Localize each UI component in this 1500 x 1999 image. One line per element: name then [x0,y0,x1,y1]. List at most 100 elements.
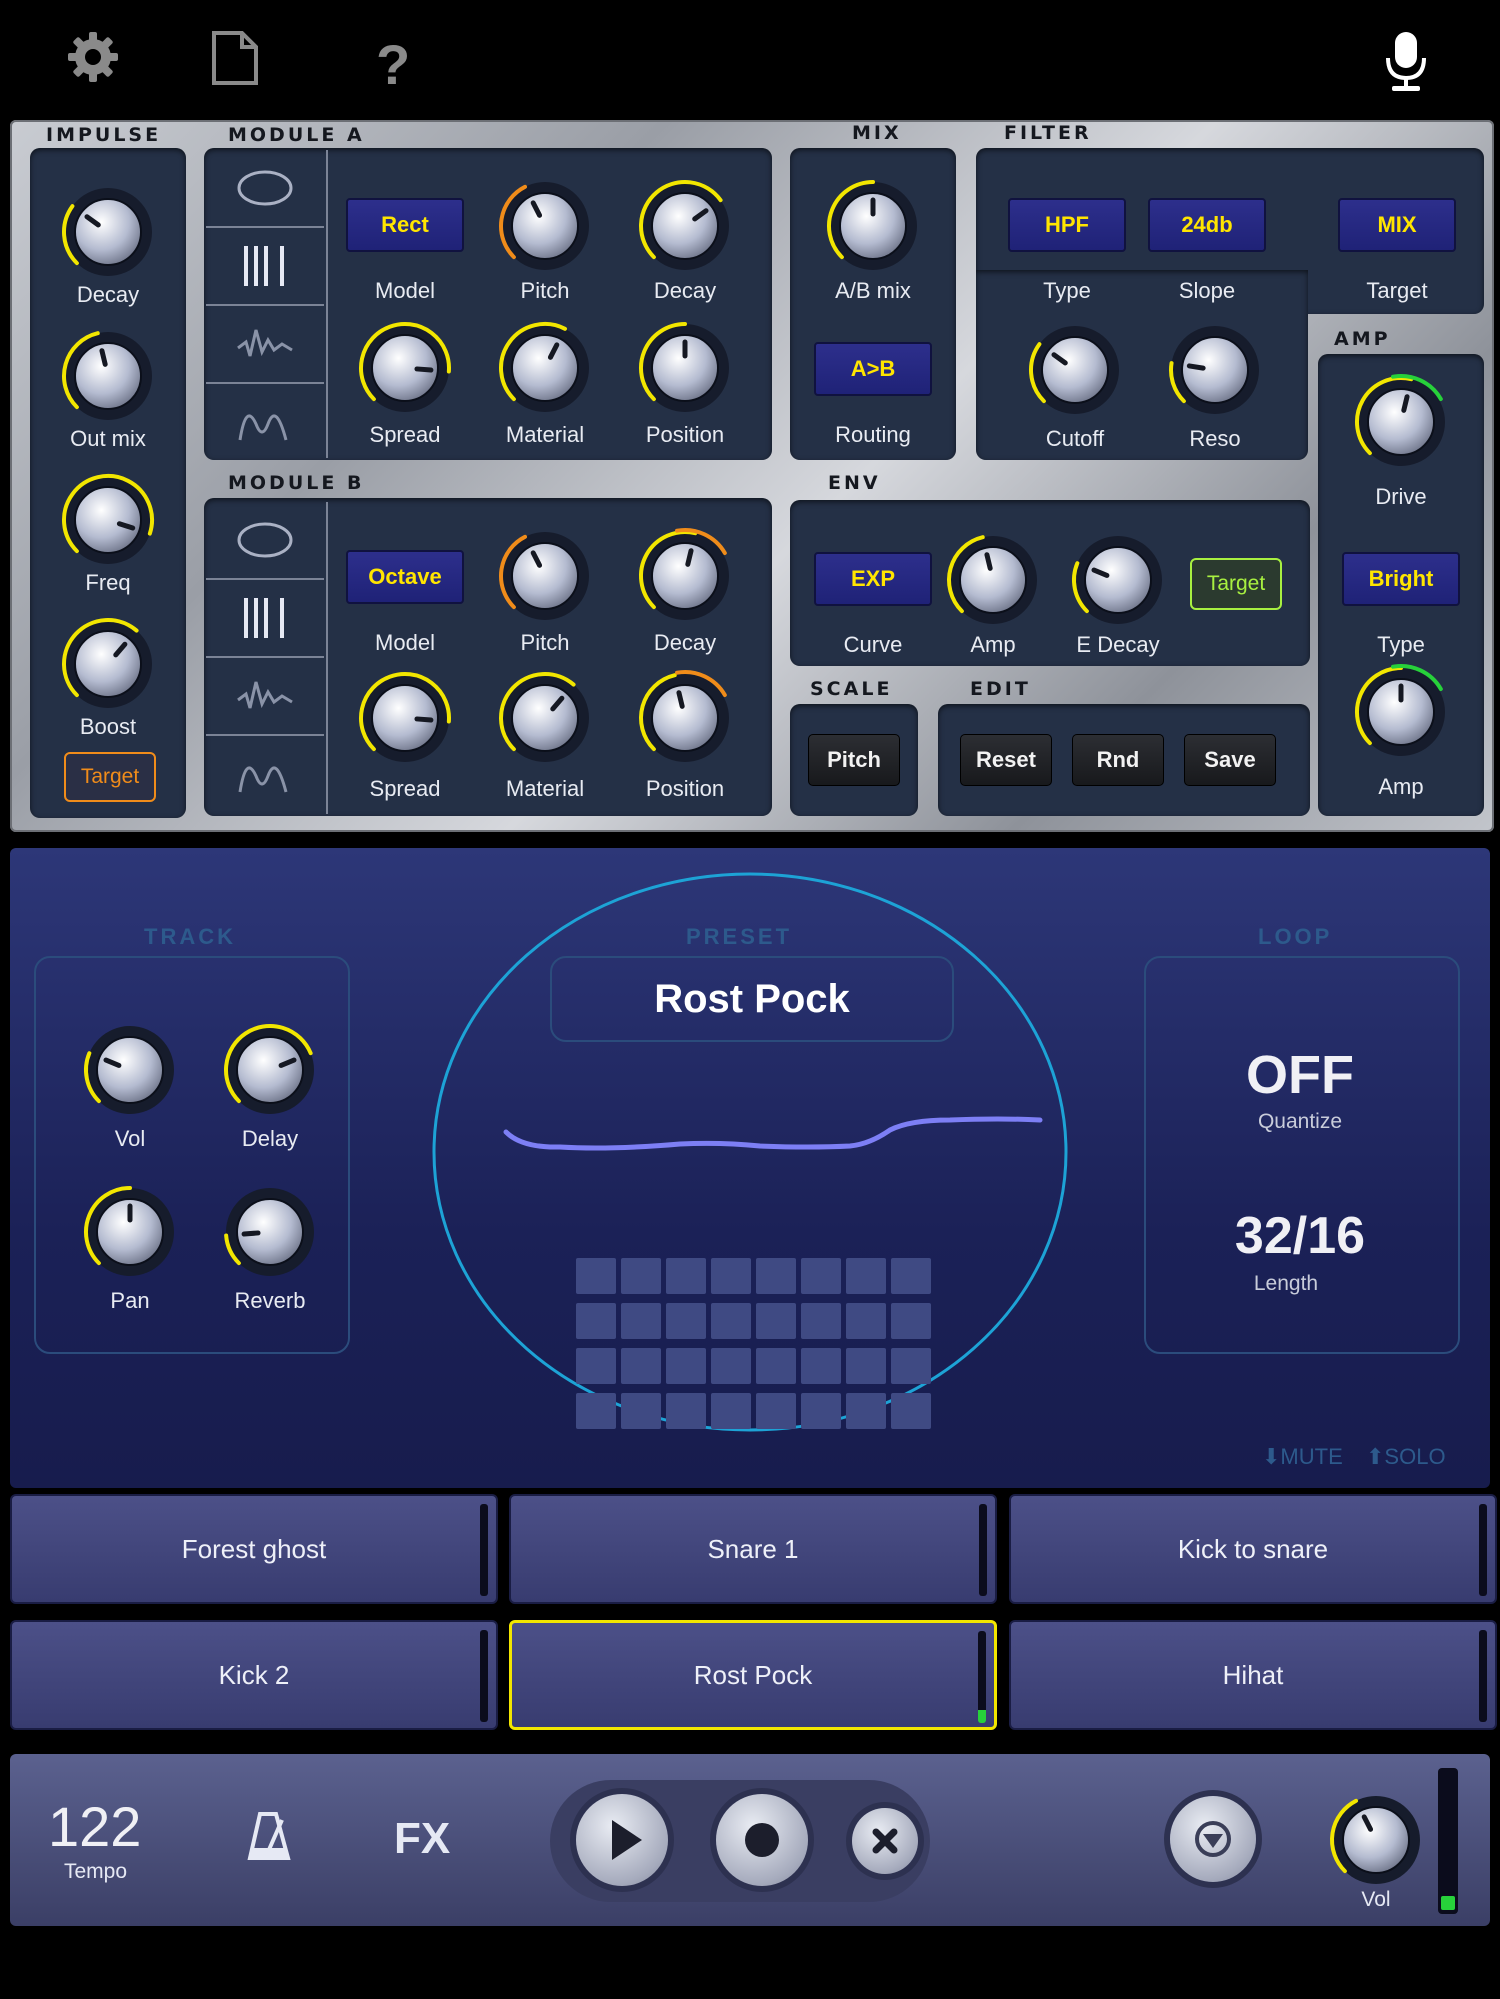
step-pad[interactable] [891,1393,931,1429]
track-pad-snare-1[interactable]: Snare 1 [509,1494,997,1604]
step-pad[interactable] [621,1303,661,1339]
length-value[interactable]: 32/16 [1144,1206,1456,1266]
step-pad[interactable] [846,1258,886,1294]
step-pad[interactable] [576,1393,616,1429]
step-pad[interactable] [846,1348,886,1384]
env-amp-knob[interactable] [943,530,1043,630]
amp-type-button[interactable]: Bright [1342,552,1460,606]
step-pad-grid[interactable] [576,1258,936,1440]
step-pad[interactable] [891,1303,931,1339]
module-b-spread-knob[interactable] [355,668,455,768]
track-pad-rost-pock[interactable]: Rost Pock [509,1620,997,1730]
fx-button[interactable]: FX [394,1814,450,1864]
step-pad[interactable] [711,1393,751,1429]
edit-reset-button[interactable]: Reset [960,734,1052,786]
step-pad[interactable] [576,1258,616,1294]
module-b-decay-knob[interactable] [635,526,735,626]
step-pad[interactable] [576,1348,616,1384]
wave-arch-a[interactable] [206,384,324,460]
filter-slope-button[interactable]: 24db [1148,198,1266,252]
wave-bars-b[interactable] [206,580,324,658]
scale-pitch-button[interactable]: Pitch [808,734,900,786]
module-a-spread-knob[interactable] [355,318,455,418]
env-curve-button[interactable]: EXP [814,552,932,606]
module-a-material-knob[interactable] [495,318,595,418]
wave-noise-a[interactable] [206,306,324,384]
step-pad[interactable] [801,1303,841,1339]
impulse-freq-knob[interactable] [58,470,158,570]
step-pad[interactable] [711,1348,751,1384]
step-pad[interactable] [801,1393,841,1429]
env-target-button[interactable]: Target [1190,558,1282,610]
impulse-boost-knob[interactable] [58,614,158,714]
module-a-position-knob[interactable] [635,318,735,418]
step-pad[interactable] [666,1348,706,1384]
module-b-pitch-knob[interactable] [495,526,595,626]
step-pad[interactable] [621,1348,661,1384]
step-pad[interactable] [576,1303,616,1339]
record-button[interactable] [716,1794,808,1886]
preset-name-field[interactable]: Rost Pock [550,956,954,1042]
document-icon[interactable] [210,30,260,86]
step-pad[interactable] [666,1393,706,1429]
routing-button[interactable]: A>B [814,342,932,396]
track-pan-knob[interactable] [80,1182,180,1282]
tempo-value[interactable]: 122 [48,1794,141,1859]
step-pad[interactable] [756,1258,796,1294]
quantize-value[interactable]: OFF [1144,1044,1456,1106]
wave-noise-b[interactable] [206,658,324,736]
track-pad-kick-2[interactable]: Kick 2 [10,1620,498,1730]
module-b-model-button[interactable]: Octave [346,550,464,604]
edit-save-button[interactable]: Save [1184,734,1276,786]
step-pad[interactable] [756,1393,796,1429]
wave-ellipse-b[interactable] [206,502,324,580]
step-pad[interactable] [801,1348,841,1384]
module-b-position-knob[interactable] [635,668,735,768]
wave-bars-a[interactable] [206,228,324,306]
track-reverb-knob[interactable] [220,1182,320,1282]
amp-amp-knob[interactable] [1351,662,1451,762]
filter-type-button[interactable]: HPF [1008,198,1126,252]
track-delay-knob[interactable] [220,1020,320,1120]
step-pad[interactable] [891,1258,931,1294]
track-pad-hihat[interactable]: Hihat [1009,1620,1497,1730]
module-a-pitch-knob[interactable] [495,176,595,276]
step-pad[interactable] [801,1258,841,1294]
step-pad[interactable] [621,1258,661,1294]
edit-rnd-button[interactable]: Rnd [1072,734,1164,786]
track-pad-forest-ghost[interactable]: Forest ghost [10,1494,498,1604]
step-pad[interactable] [756,1303,796,1339]
step-pad[interactable] [846,1393,886,1429]
module-b-material-knob[interactable] [495,668,595,768]
env-e-decay-knob[interactable] [1068,530,1168,630]
filter-target-button[interactable]: MIX [1338,198,1456,252]
filter-cutoff-knob[interactable] [1025,320,1125,420]
impulse-decay-knob[interactable] [58,182,158,282]
ab-mix-knob[interactable] [823,176,923,276]
track-pad-kick-to-snare[interactable]: Kick to snare [1009,1494,1497,1604]
step-pad[interactable] [846,1303,886,1339]
impulse-target-button[interactable]: Target [64,752,156,802]
module-a-model-button[interactable]: Rect [346,198,464,252]
microphone-icon[interactable] [1384,30,1428,96]
impulse-out-mix-knob[interactable] [58,326,158,426]
step-pad[interactable] [666,1258,706,1294]
help-icon[interactable]: ? [376,32,410,97]
metronome-icon[interactable] [246,1810,292,1867]
step-pad[interactable] [666,1303,706,1339]
wave-ellipse-a[interactable] [206,150,324,228]
step-pad[interactable] [756,1348,796,1384]
master-vol-knob[interactable] [1326,1790,1426,1890]
step-pad[interactable] [711,1303,751,1339]
amp-drive-knob[interactable] [1351,372,1451,472]
play-button[interactable] [576,1794,668,1886]
settings-gear-icon[interactable] [66,30,120,84]
step-pad[interactable] [711,1258,751,1294]
step-pad[interactable] [621,1393,661,1429]
download-menu-button[interactable] [1170,1796,1256,1882]
module-a-decay-knob[interactable] [635,176,735,276]
step-pad[interactable] [891,1348,931,1384]
wave-arch-b[interactable] [206,736,324,812]
filter-reso-knob[interactable] [1165,320,1265,420]
clear-button[interactable] [852,1808,918,1874]
